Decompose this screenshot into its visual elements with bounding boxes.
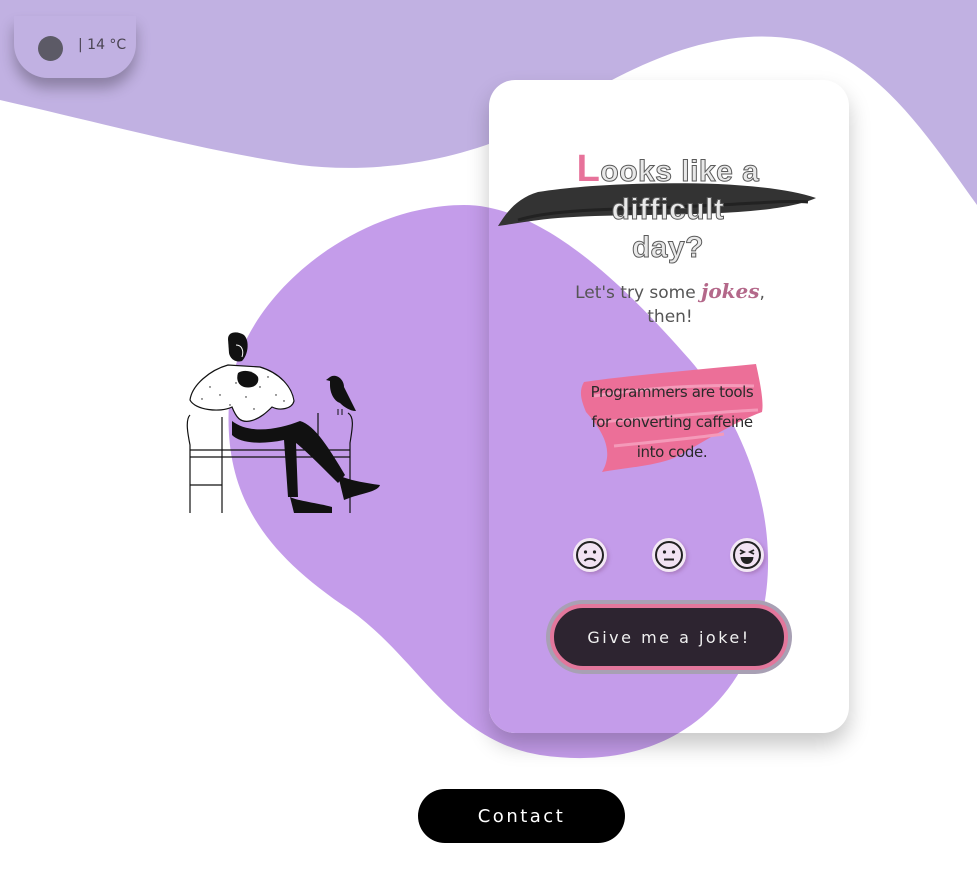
joke-text: Programmers are tools for converting caf… <box>574 377 770 467</box>
subline-emphasis: jokes <box>701 279 760 303</box>
moon-icon[interactable] <box>38 36 63 61</box>
subline: Let's try some jokes, then! <box>560 279 780 329</box>
give-joke-button[interactable]: Give me a joke! <box>550 604 788 670</box>
headline-first-letter: L <box>576 148 601 190</box>
headline-line3: day? <box>631 231 705 265</box>
weather-widget: | 14 °C <box>14 16 136 78</box>
subline-line2: then! <box>647 307 693 327</box>
person-on-bench-illustration <box>186 332 380 513</box>
sad-face-icon[interactable] <box>573 538 607 572</box>
neutral-face-icon[interactable] <box>652 538 686 572</box>
temperature-label: | 14 °C <box>78 37 127 53</box>
headline-line1-rest: ooks like a <box>600 155 760 189</box>
headline-line2: difficult <box>611 193 725 227</box>
joke-area: Programmers are tools for converting caf… <box>574 362 770 472</box>
reaction-buttons <box>573 538 773 574</box>
joke-line1: Programmers are tools <box>590 383 754 401</box>
subline-before: Let's try some <box>575 283 702 303</box>
laughing-face-icon[interactable] <box>730 538 764 572</box>
subline-after: , <box>759 283 765 303</box>
headline-area: Looks like a difficult day? <box>498 150 818 270</box>
joke-line2: for converting caffeine <box>591 413 753 431</box>
joke-line3: into code. <box>636 443 708 461</box>
contact-button[interactable]: Contact <box>418 789 625 843</box>
headline: Looks like a difficult day? <box>498 150 838 267</box>
